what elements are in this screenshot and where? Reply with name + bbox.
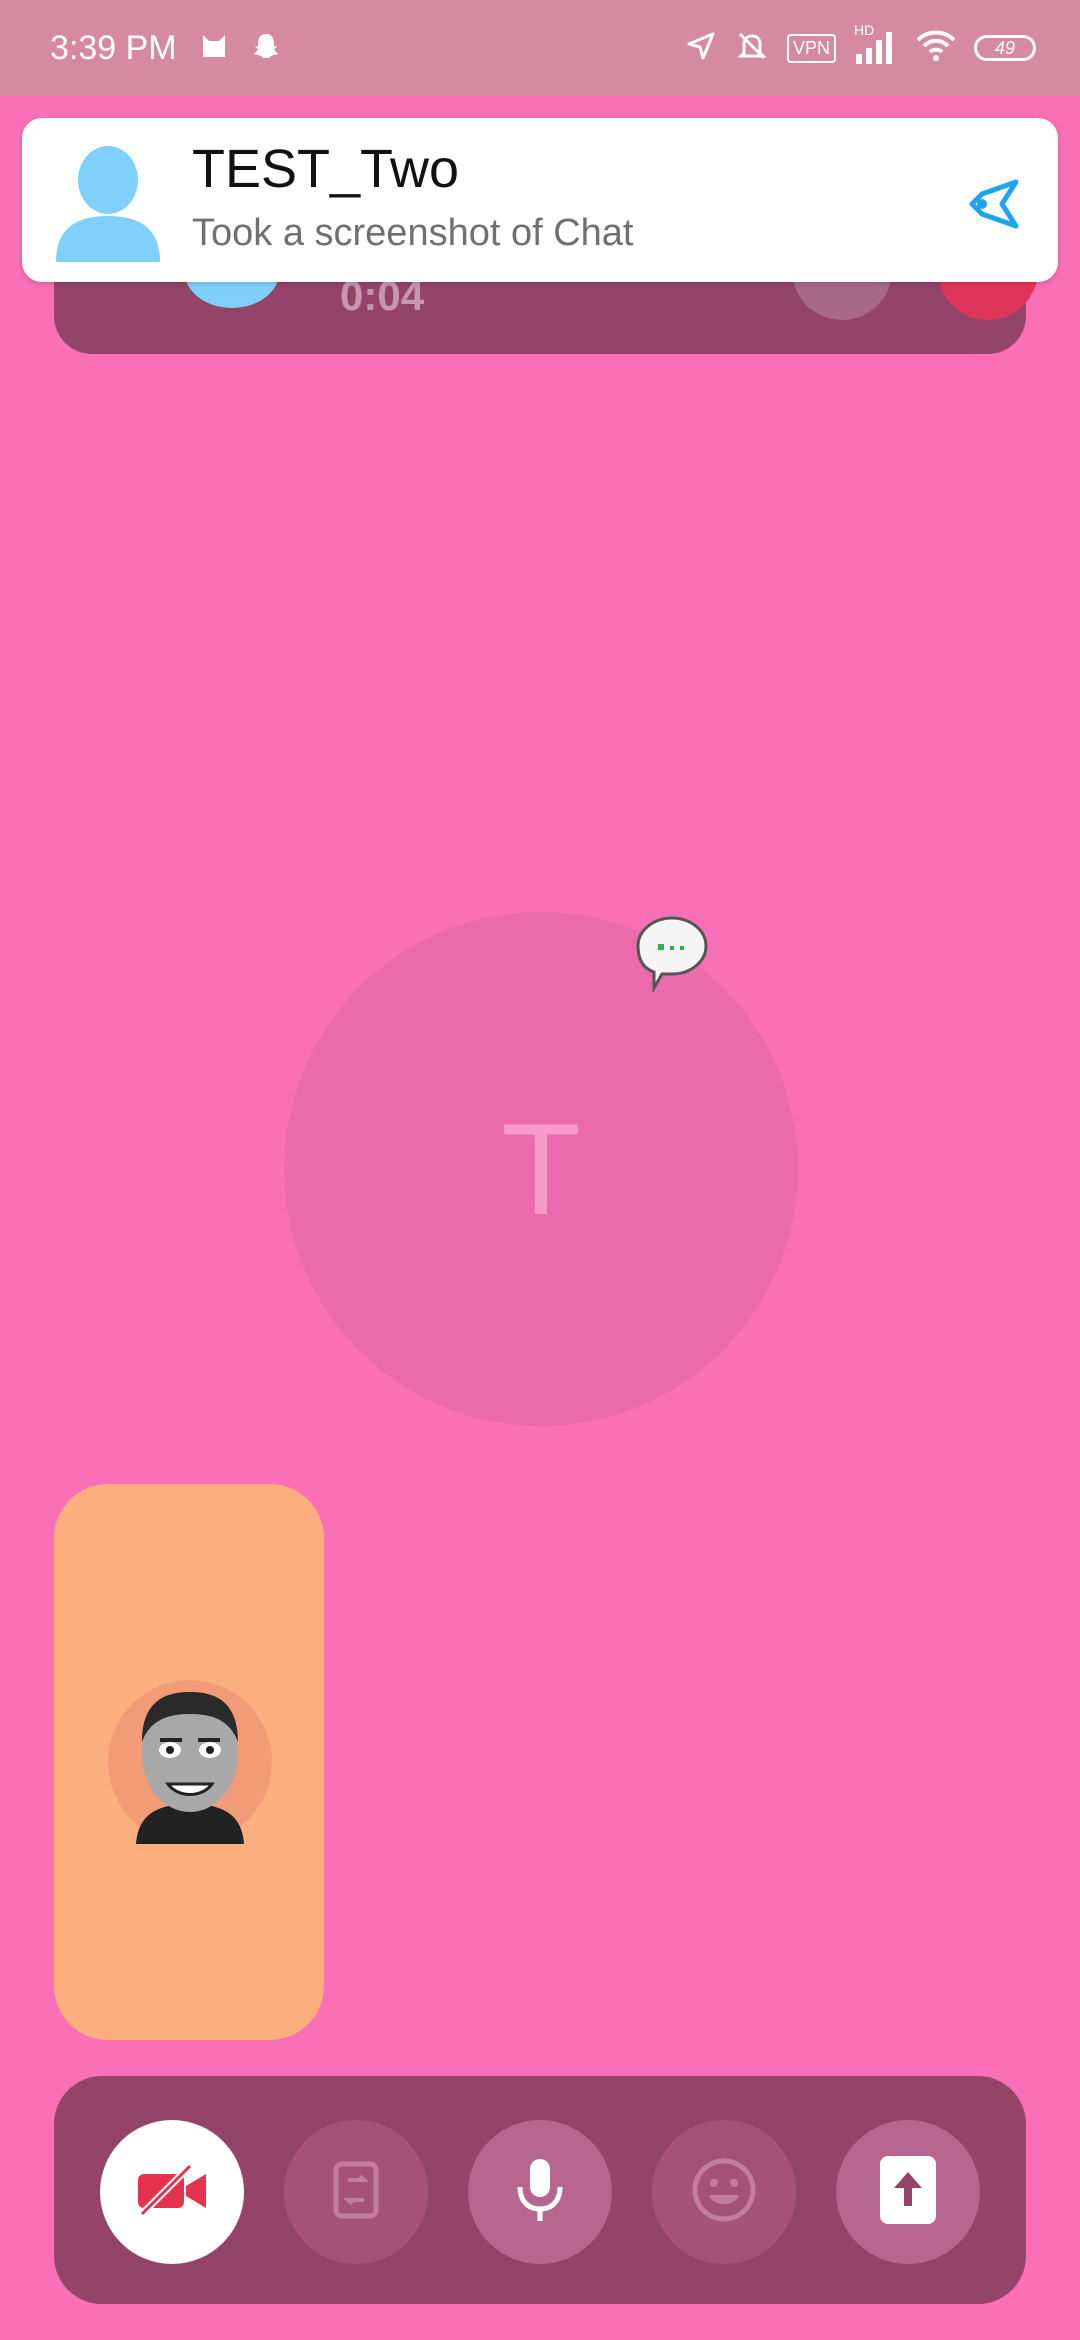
user-silhouette-icon [56, 144, 160, 262]
snapchat-ghost-icon [251, 31, 281, 66]
flip-camera-icon [326, 2158, 386, 2227]
battery-icon: 49 [974, 35, 1036, 61]
remote-initial: T [501, 1096, 581, 1242]
video-off-icon [134, 2162, 210, 2223]
notification-title: TEST_Two [192, 139, 460, 199]
notification-subtitle: Took a screenshot of Chat [192, 212, 634, 254]
share-button[interactable] [836, 2120, 980, 2264]
status-bar-right: VPN HD 49 [685, 22, 1036, 68]
signal-icon: HD [854, 22, 898, 66]
flip-camera-button[interactable] [284, 2120, 428, 2264]
bell-muted-icon [735, 29, 769, 68]
notification-banner[interactable]: TEST_Two Took a screenshot of Chat [22, 118, 1058, 282]
call-controls-bar [54, 2076, 1026, 2304]
local-video-preview[interactable] [54, 1484, 324, 2040]
vpn-icon: VPN [786, 33, 836, 63]
share-upload-icon [878, 2154, 938, 2231]
microphone-icon [514, 2157, 566, 2228]
cat-icon [199, 31, 229, 66]
snapchat-reply-icon[interactable] [966, 176, 1022, 232]
status-bar: 3:39 PM VPN HD 49 [0, 0, 1080, 96]
smiley-icon [691, 2157, 757, 2228]
location-icon [685, 30, 717, 67]
status-time: 3:39 PM [50, 28, 177, 67]
video-off-button[interactable] [100, 2120, 244, 2264]
status-bar-left: 3:39 PM [50, 29, 281, 68]
typing-bubble-icon [632, 912, 712, 994]
wifi-icon [916, 30, 956, 67]
microphone-button[interactable] [468, 2120, 612, 2264]
remote-participant-avatar: T [284, 912, 798, 1426]
bitmoji-avatar [108, 1680, 272, 1844]
lenses-button[interactable] [652, 2120, 796, 2264]
